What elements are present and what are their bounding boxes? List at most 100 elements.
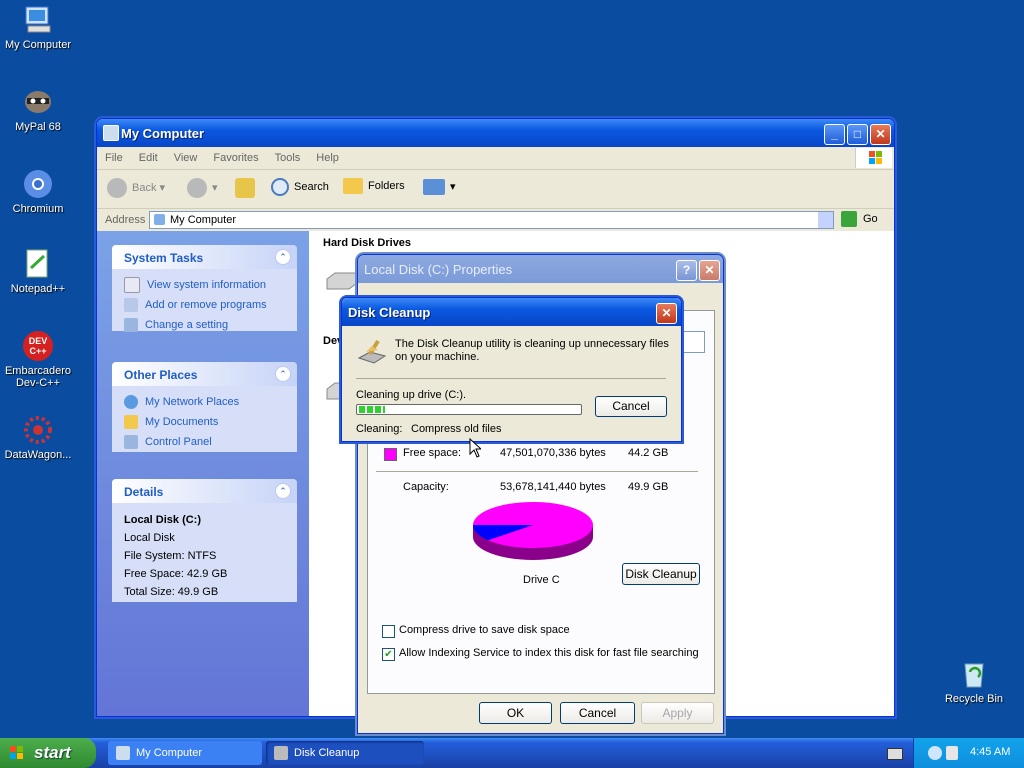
system-info-icon xyxy=(124,277,140,294)
properties-title: Local Disk (C:) Properties xyxy=(364,262,513,277)
cleaning-label: Cleaning: xyxy=(356,423,403,435)
compress-checkbox[interactable] xyxy=(382,625,395,638)
views-icon xyxy=(423,179,445,195)
disk-cleanup-message: The Disk Cleanup utility is cleaning up … xyxy=(395,338,669,363)
menu-favorites[interactable]: Favorites xyxy=(205,147,266,164)
cleaning-drive-text: Cleaning up drive (C:). xyxy=(356,389,467,401)
desktop-icon-label: Notepad++ xyxy=(10,283,66,295)
chevron-down-icon[interactable] xyxy=(818,212,833,228)
maximize-button[interactable]: □ xyxy=(847,124,868,145)
menu-file[interactable]: File xyxy=(97,147,131,164)
control-panel-icon xyxy=(124,318,138,333)
collapse-icon[interactable]: ⌃ xyxy=(275,483,291,499)
search-button[interactable]: Search xyxy=(271,178,329,196)
disk-cleanup-titlebar[interactable]: Disk Cleanup ✕ xyxy=(342,298,681,326)
window-titlebar[interactable]: My Computer _ □ ✕ xyxy=(97,119,894,147)
desktop-icon-label: Chromium xyxy=(12,203,64,215)
devcpp-icon: DEV C++ xyxy=(22,330,54,362)
free-space-gb: 44.2 GB xyxy=(628,447,669,459)
cancel-button[interactable]: Cancel xyxy=(595,396,667,417)
desktop-icon-notepadpp[interactable]: Notepad++ xyxy=(0,248,78,295)
apply-button[interactable]: Apply xyxy=(641,702,714,724)
desktop-icon-mypal[interactable]: MyPal 68 xyxy=(0,86,78,133)
menu-bar: File Edit View Favorites Tools Help xyxy=(97,147,894,170)
details-free-space: Free Space: 42.9 GB xyxy=(124,568,228,580)
details-filesystem: File System: NTFS xyxy=(124,550,217,562)
desktop-icon-label: Recycle Bin xyxy=(944,693,1004,705)
menu-edit[interactable]: Edit xyxy=(131,147,166,164)
desktop-icon-recycle-bin[interactable]: Recycle Bin xyxy=(934,658,1014,705)
folders-button[interactable]: Folders xyxy=(343,178,405,194)
raccoon-icon xyxy=(22,86,54,118)
toolbar: Back ▾ ▾ Search Folders ▾ xyxy=(97,170,894,209)
go-button[interactable]: Go xyxy=(841,211,878,227)
cleaning-value: Compress old files xyxy=(411,423,502,435)
desktop-icon-my-computer[interactable]: My Computer xyxy=(0,4,78,51)
menu-help[interactable]: Help xyxy=(308,147,347,164)
change-setting-link[interactable]: Change a setting xyxy=(124,315,285,335)
minimize-button[interactable]: _ xyxy=(824,124,845,145)
indexing-checkbox[interactable]: ✔ xyxy=(382,648,395,661)
datawagon-icon xyxy=(22,414,54,446)
keyboard-icon[interactable] xyxy=(887,748,903,760)
desktop-icon-devcpp[interactable]: DEV C++ Embarcadero Dev-C++ xyxy=(0,330,78,389)
address-input[interactable]: My Computer xyxy=(149,211,834,229)
other-places-header[interactable]: Other Places ⌃ xyxy=(112,362,297,386)
collapse-icon[interactable]: ⌃ xyxy=(275,366,291,382)
search-icon xyxy=(271,178,289,196)
details-header[interactable]: Details ⌃ xyxy=(112,479,297,503)
details-total-size: Total Size: 49.9 GB xyxy=(124,586,219,598)
disk-cleanup-button[interactable]: Disk Cleanup xyxy=(622,563,700,585)
details-panel: Details ⌃ Local Disk (C:) Local Disk Fil… xyxy=(112,479,297,602)
disk-cleanup-title: Disk Cleanup xyxy=(348,305,431,320)
forward-button[interactable]: ▾ xyxy=(187,178,218,198)
close-button[interactable]: ✕ xyxy=(699,260,720,281)
menu-tools[interactable]: Tools xyxy=(267,147,309,164)
ok-button[interactable]: OK xyxy=(479,702,552,724)
properties-titlebar[interactable]: Local Disk (C:) Properties ? ✕ xyxy=(358,255,723,283)
free-space-bytes: 47,501,070,336 bytes xyxy=(500,447,606,459)
tray-network-icon[interactable] xyxy=(928,746,942,760)
address-label: Address xyxy=(105,214,146,226)
desktop-icon-chromium[interactable]: Chromium xyxy=(0,168,78,215)
my-documents-link[interactable]: My Documents xyxy=(124,412,285,432)
tray-volume-icon[interactable] xyxy=(946,746,958,760)
disk-cleanup-dialog: Disk Cleanup ✕ The Disk Cleanup utility … xyxy=(341,297,682,442)
capacity-label: Capacity: xyxy=(403,481,449,493)
other-places-panel: Other Places ⌃ My Network Places My Docu… xyxy=(112,362,297,452)
views-button[interactable]: ▾ xyxy=(423,179,456,195)
drive-c-item[interactable] xyxy=(325,271,359,293)
details-name: Local Disk (C:) xyxy=(124,514,202,526)
back-button[interactable]: Back ▾ xyxy=(107,178,165,198)
desktop-icon-datawagon[interactable]: DataWagon... xyxy=(0,414,78,461)
cancel-button[interactable]: Cancel xyxy=(560,702,635,724)
computer-icon xyxy=(154,214,165,225)
up-folder-button[interactable] xyxy=(235,178,260,198)
disk-cleanup-icon xyxy=(356,336,388,368)
taskbar-item-disk-cleanup[interactable]: Disk Cleanup xyxy=(266,741,424,765)
system-tasks-header[interactable]: System Tasks ⌃ xyxy=(112,245,297,269)
hard-disk-drives-heading: Hard Disk Drives xyxy=(323,237,412,249)
taskbar-item-my-computer[interactable]: My Computer xyxy=(108,741,262,765)
control-panel-link[interactable]: Control Panel xyxy=(124,432,285,452)
control-panel-icon xyxy=(124,435,138,450)
close-button[interactable]: ✕ xyxy=(870,124,891,145)
help-button[interactable]: ? xyxy=(676,260,697,281)
my-network-places-link[interactable]: My Network Places xyxy=(124,392,285,412)
start-button[interactable]: start xyxy=(0,738,96,768)
clock[interactable]: 4:45 AM xyxy=(970,746,1010,758)
add-remove-programs-link[interactable]: Add or remove programs xyxy=(124,295,285,315)
indexing-label: Allow Indexing Service to index this dis… xyxy=(399,647,699,659)
back-arrow-icon xyxy=(107,178,127,198)
view-system-info-link[interactable]: View system information xyxy=(124,275,285,295)
windows-logo-icon xyxy=(855,148,892,168)
system-tray: 4:45 AM xyxy=(913,738,1024,768)
desktop-icon-label: My Computer xyxy=(4,39,72,51)
collapse-icon[interactable]: ⌃ xyxy=(275,249,291,265)
close-button[interactable]: ✕ xyxy=(656,303,677,324)
system-tasks-panel: System Tasks ⌃ View system information A… xyxy=(112,245,297,333)
menu-view[interactable]: View xyxy=(166,147,206,164)
capacity-bytes: 53,678,141,440 bytes xyxy=(500,481,606,493)
desktop-icon-label: Embarcadero Dev-C++ xyxy=(4,365,72,389)
task-pane: System Tasks ⌃ View system information A… xyxy=(97,231,309,716)
